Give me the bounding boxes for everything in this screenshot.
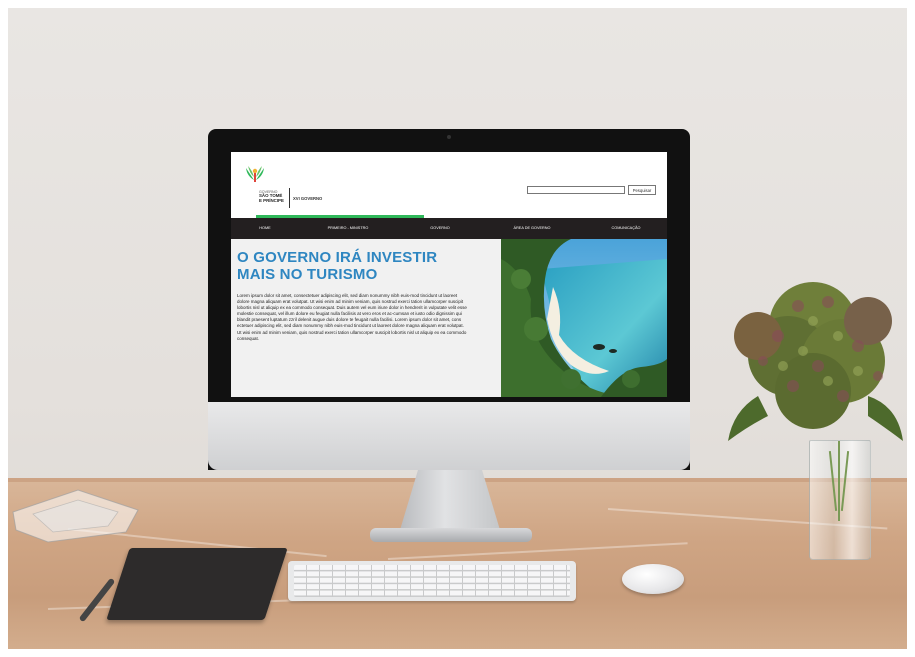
hydrangea-flowers [728,282,903,441]
main-nav: HOME PRIMEIRO - MINISTRO GOVERNO ÁREA DE… [231,218,667,239]
keyboard [288,561,576,601]
brand-country: SÃO TOMÉ E PRÍNCIPE [259,193,284,204]
nav-item-government-area[interactable]: ÁREA DE GOVERNO [501,218,563,239]
monitor-chin [208,402,690,470]
brand-government-label: XVI GOVERNO [293,196,323,201]
hero-title-line1: O GOVERNO IRÁ INVESTIR [237,249,438,266]
site-header: GOVERNO SÃO TOMÉ E PRÍNCIPE XVI GOVERNO … [231,152,667,218]
nav-item-home[interactable]: HOME [243,218,287,239]
hero-body-text: Lorem ipsum dolor sit amet, consectetuer… [237,293,467,341]
website-screen: GOVERNO SÃO TOMÉ E PRÍNCIPE XVI GOVERNO … [231,152,667,397]
hero-title-line2: MAIS NO TURISMO [237,266,378,283]
search-button[interactable]: Pesquisar [628,185,656,195]
wings-logo-icon[interactable] [244,164,266,186]
notebook [106,548,288,620]
beach-photo[interactable] [501,239,667,397]
glass-tray [12,489,139,543]
nav-item-government[interactable]: GOVERNO [417,218,463,239]
mouse [622,564,684,594]
search-input[interactable] [527,186,625,194]
hero-title: O GOVERNO IRÁ INVESTIR MAIS NO TURISMO [237,249,467,283]
brand-divider [289,188,290,208]
monitor-base [370,528,532,542]
keyboard-keys [294,565,570,597]
nav-item-prime-minister[interactable]: PRIMEIRO - MINISTRO [315,218,381,239]
camera-icon [447,135,451,139]
desk-scene: GOVERNO SÃO TOMÉ E PRÍNCIPE XVI GOVERNO … [8,8,907,649]
brand-line-principe: E PRÍNCIPE [259,197,284,203]
nav-item-communication[interactable]: COMUNICAÇÃO [597,218,655,239]
